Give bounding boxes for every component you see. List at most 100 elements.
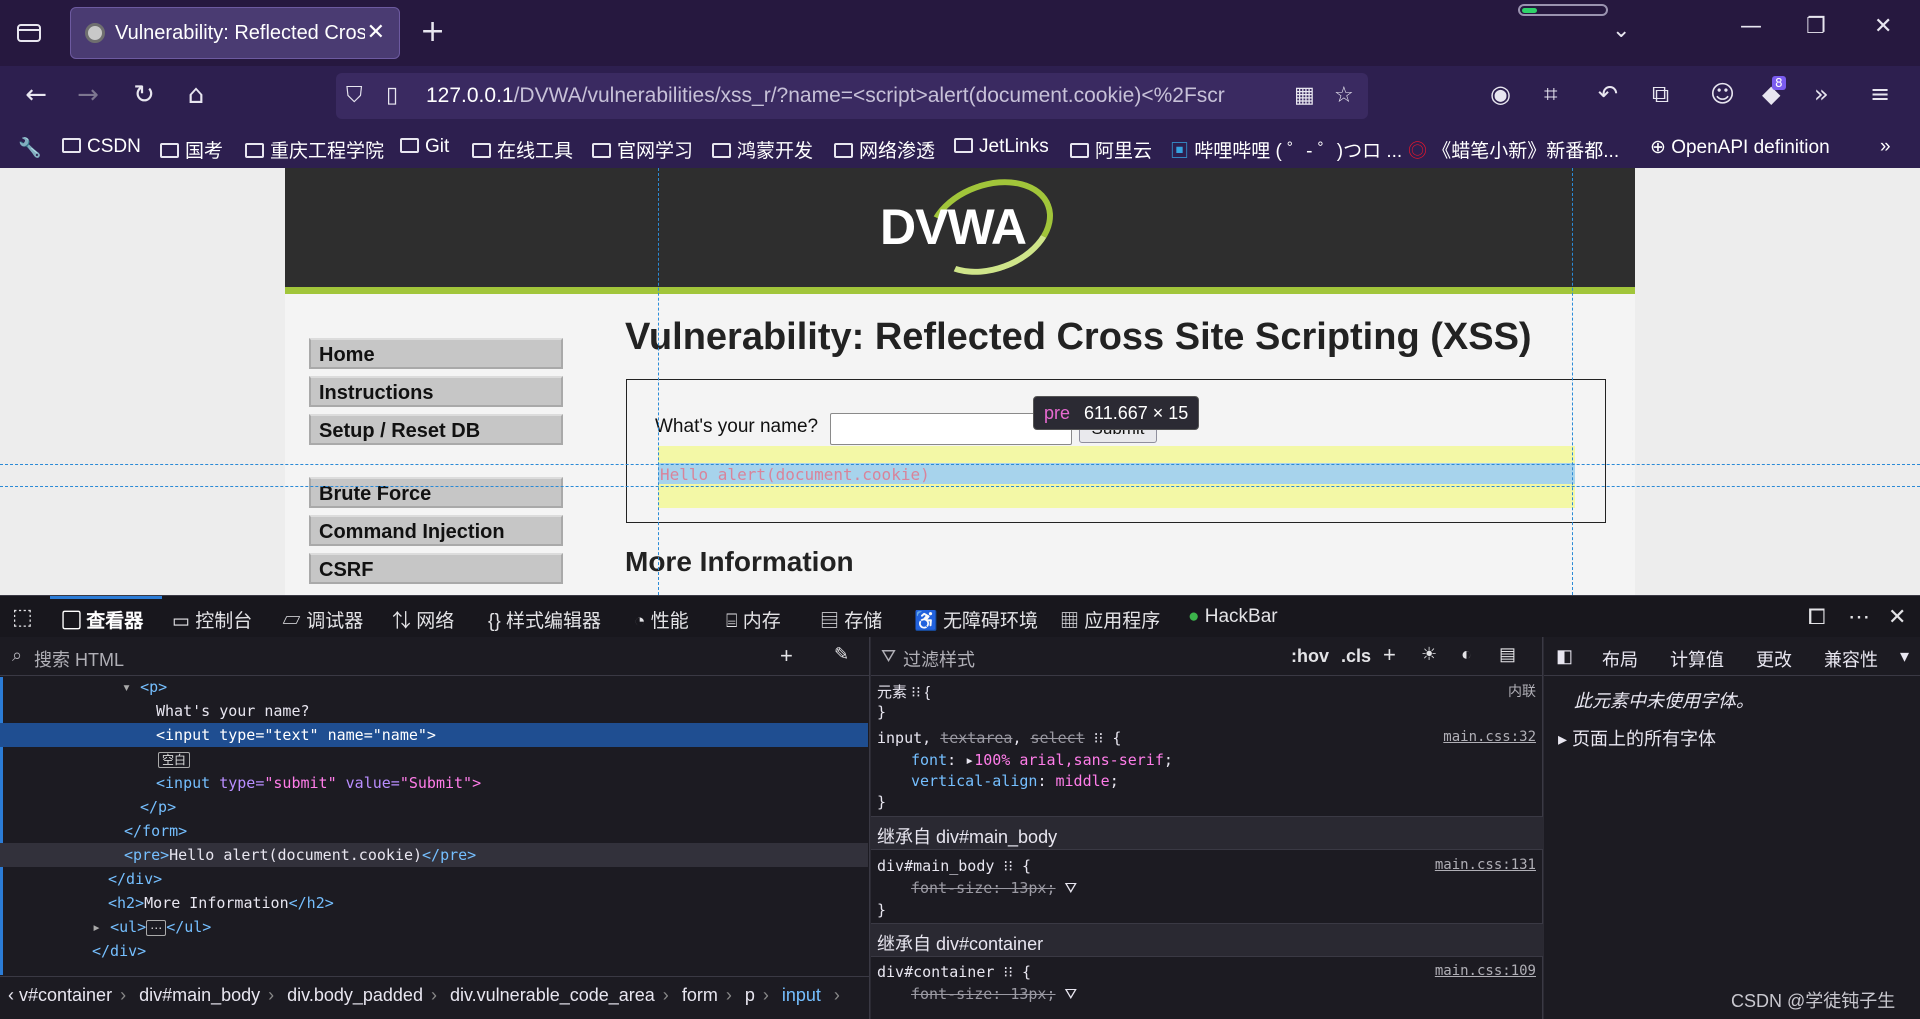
filter-styles-input[interactable]: 过滤样式 bbox=[903, 646, 975, 672]
markup-node[interactable]: </div> bbox=[0, 867, 868, 891]
markup-node[interactable]: <h2>More Information</h2> bbox=[0, 891, 868, 915]
bookmark-folder-guokao[interactable]: 国考 bbox=[160, 136, 223, 163]
shield-icon[interactable]: ⛉ bbox=[346, 83, 363, 108]
overflow-chevrons-icon[interactable]: » bbox=[1814, 80, 1829, 108]
tab-console[interactable]: ▭ 控制台 bbox=[172, 606, 252, 633]
breadcrumb-back-icon[interactable]: ‹ bbox=[8, 985, 19, 1005]
tab-computed[interactable]: 计算值 bbox=[1670, 646, 1724, 672]
hamburger-menu-icon[interactable]: ≡ bbox=[1870, 80, 1890, 108]
cartoon-extension-icon[interactable]: ☺ bbox=[1710, 80, 1735, 108]
menu-home[interactable]: Home bbox=[309, 338, 563, 369]
active-tab[interactable]: Vulnerability: Reflected Cross Site Scri… bbox=[70, 7, 400, 59]
dock-side-icon[interactable]: ⧠ bbox=[1808, 604, 1826, 630]
home-icon[interactable]: ⌂ bbox=[178, 80, 214, 110]
bookmark-bilibili[interactable]: ▣ 哔哩哔哩 ( ゜- ゜)つロ ... bbox=[1170, 136, 1402, 163]
add-node-icon[interactable]: + bbox=[780, 643, 793, 669]
rule-source-link[interactable]: main.css:32 bbox=[1443, 729, 1536, 745]
close-devtools-icon[interactable]: ✕ bbox=[1888, 604, 1906, 630]
breadcrumb-item[interactable]: div.vulnerable_code_area bbox=[450, 985, 655, 1005]
html-search-bar[interactable]: ⌕ 搜索 HTML + ✎ bbox=[0, 637, 870, 676]
tab-network[interactable]: ⇅ 网络 bbox=[392, 606, 454, 633]
markup-node[interactable]: 空白 bbox=[0, 747, 868, 771]
bookmark-folder-pentest[interactable]: 网络渗透 bbox=[834, 136, 935, 163]
light-mode-icon[interactable]: ☀ bbox=[1421, 644, 1437, 665]
rule-source-link[interactable]: main.css:131 bbox=[1435, 857, 1536, 873]
avatar-extension-icon[interactable]: ◉ bbox=[1490, 80, 1511, 108]
breadcrumb-item[interactable]: div.body_padded bbox=[287, 985, 423, 1005]
menu-command-injection[interactable]: Command Injection bbox=[309, 515, 563, 546]
undo-arrow-icon[interactable]: ↶ bbox=[1598, 80, 1618, 108]
breadcrumb-item[interactable]: v#container bbox=[19, 985, 112, 1005]
add-rule-icon[interactable]: + bbox=[1383, 642, 1396, 668]
tab-memory[interactable]: ⌸ 内存 bbox=[726, 606, 781, 633]
rule-selector[interactable]: div#main_body ⁝⁝ { bbox=[877, 857, 1031, 875]
print-media-icon[interactable]: ▤ bbox=[1499, 644, 1516, 665]
markup-node[interactable]: </div> bbox=[0, 939, 868, 963]
page-info-icon[interactable]: ▯ bbox=[386, 83, 398, 108]
bookmark-folder-harmony[interactable]: 鸿蒙开发 bbox=[712, 136, 813, 163]
bookmark-crayon-shinchan[interactable]: ◎ 《蜡笔小新》新番都... bbox=[1408, 136, 1619, 163]
bookmarks-overflow-icon[interactable]: » bbox=[1880, 136, 1891, 158]
tab-list-button[interactable] bbox=[12, 18, 46, 48]
markup-node[interactable]: </p> bbox=[0, 795, 868, 819]
more-options-icon[interactable]: ⋯ bbox=[1848, 604, 1870, 630]
tab-changes[interactable]: 更改 bbox=[1756, 646, 1792, 672]
tab-hackbar[interactable]: ● HackBar bbox=[1188, 606, 1278, 628]
wrench-icon[interactable]: 🔧 bbox=[18, 136, 42, 160]
menu-setup-reset-db[interactable]: Setup / Reset DB bbox=[309, 414, 563, 445]
bookmark-folder-git[interactable]: Git bbox=[400, 136, 449, 158]
tab-storage[interactable]: ▤ 存储 bbox=[820, 606, 882, 633]
markup-node[interactable]: ▾ <p> bbox=[0, 675, 868, 699]
style-filter-bar[interactable]: ⛛ 过滤样式 :hov .cls + ☀ ◐ ▤ bbox=[871, 637, 1543, 676]
markup-node-selected[interactable]: <input type="text" name="name"> bbox=[0, 723, 868, 747]
bookmark-star-icon[interactable]: ☆ bbox=[1334, 83, 1354, 108]
css-declaration[interactable]: vertical-align: middle; bbox=[911, 772, 1119, 790]
menu-brute-force[interactable]: Brute Force bbox=[309, 477, 563, 508]
hov-toggle[interactable]: :hov bbox=[1291, 646, 1329, 667]
bookmark-folder-cqie[interactable]: 重庆工程学院 bbox=[245, 136, 384, 163]
bookmark-folder-aliyun[interactable]: 阿里云 bbox=[1070, 136, 1152, 163]
markup-node-hovered[interactable]: <pre>Hello alert(document.cookie)</pre> bbox=[0, 843, 868, 867]
eyedropper-icon[interactable]: ✎ bbox=[834, 644, 849, 665]
breadcrumb-item[interactable]: form bbox=[682, 985, 718, 1005]
chevron-down-icon[interactable]: ⌄ bbox=[1612, 18, 1630, 43]
extensions-puzzle-icon[interactable]: ⧉ bbox=[1652, 80, 1669, 108]
tab-application[interactable]: ▦ 应用程序 bbox=[1060, 606, 1160, 633]
rule-selector[interactable]: div#container ⁝⁝ { bbox=[877, 963, 1031, 981]
screenshot-crop-icon[interactable]: ⌗ bbox=[1544, 80, 1558, 108]
filter-funnel-icon[interactable]: ⛛ bbox=[1065, 985, 1078, 1003]
toggle-sidebar-icon[interactable]: ◧ bbox=[1556, 646, 1573, 667]
bookmark-folder-jetlinks[interactable]: JetLinks bbox=[954, 136, 1049, 158]
menu-csrf[interactable]: CSRF bbox=[309, 553, 563, 584]
rule-source-link[interactable]: main.css:109 bbox=[1435, 963, 1536, 979]
css-declaration[interactable]: font-size: 13px; ⛛ bbox=[911, 985, 1077, 1003]
tab-performance[interactable]: ◔ 性能 bbox=[634, 606, 689, 633]
restore-icon[interactable]: ❐ bbox=[1806, 14, 1826, 39]
bookmark-openapi[interactable]: ⊕ OpenAPI definition bbox=[1650, 136, 1830, 159]
reload-icon[interactable]: ↻ bbox=[126, 80, 162, 110]
rule-selector-input[interactable]: input, textarea, select ⁝⁝ { bbox=[877, 729, 1121, 747]
markup-node[interactable]: ▸ <ul> ⋯ </ul> bbox=[0, 915, 868, 939]
side-tabs-dropdown-icon[interactable]: ▾ bbox=[1900, 646, 1909, 667]
markup-node[interactable]: <input type="submit" value="Submit"> bbox=[0, 771, 868, 795]
menu-instructions[interactable]: Instructions bbox=[309, 376, 563, 407]
tab-compatibility[interactable]: 兼容性 bbox=[1824, 646, 1878, 672]
bookmark-folder-tools[interactable]: 在线工具 bbox=[472, 136, 573, 163]
url-text[interactable]: 127.0.0.1/DVWA/vulnerabilities/xss_r/?na… bbox=[426, 84, 1276, 108]
markup-node[interactable]: </form> bbox=[0, 819, 868, 843]
bookmark-folder-csdn[interactable]: CSDN bbox=[62, 136, 141, 158]
css-declaration[interactable]: font: ▸100% arial,sans-serif; bbox=[911, 751, 1173, 769]
breadcrumb-forward-icon[interactable]: › bbox=[834, 985, 840, 1005]
breadcrumb-item[interactable]: p bbox=[745, 985, 755, 1005]
breadcrumb-item[interactable]: div#main_body bbox=[139, 985, 260, 1005]
filter-funnel-icon[interactable]: ⛛ bbox=[1065, 879, 1078, 897]
minimize-icon[interactable]: — bbox=[1740, 14, 1762, 39]
close-window-icon[interactable]: ✕ bbox=[1874, 14, 1892, 39]
tab-inspector[interactable]: ▢ 查看器 bbox=[62, 606, 143, 633]
tab-layout[interactable]: 布局 bbox=[1602, 646, 1638, 672]
bookmark-folder-official[interactable]: 官网学习 bbox=[592, 136, 693, 163]
back-icon[interactable]: ← bbox=[18, 80, 54, 110]
element-picker-icon[interactable]: ⬚ bbox=[12, 604, 33, 630]
all-fonts-toggle[interactable]: ▸ 页面上的所有字体 bbox=[1558, 725, 1716, 751]
close-tab-icon[interactable]: ✕ bbox=[367, 20, 385, 45]
